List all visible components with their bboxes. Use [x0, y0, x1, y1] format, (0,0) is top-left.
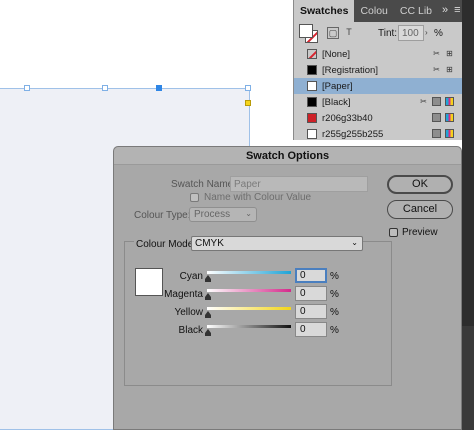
swatches-panel: Swatches Colou CC Lib » ≡ ▢ T Tint: 100 …: [293, 0, 462, 140]
frame-handle-yellow[interactable]: [245, 100, 251, 106]
swatch-chip: [307, 81, 317, 91]
tint-input[interactable]: 100: [398, 25, 424, 41]
colour-type-value: Process: [194, 209, 231, 220]
swatch-chip: [307, 129, 317, 139]
no-edit-icon: ✂: [433, 49, 440, 58]
list-item[interactable]: [Black] ✂: [294, 94, 462, 110]
panel-menu-icon[interactable]: ≡: [452, 0, 464, 22]
process-icon: [432, 129, 441, 138]
chevron-down-icon: ⌄: [245, 209, 252, 218]
cyan-input[interactable]: 0: [295, 268, 327, 283]
tint-label: Tint:: [378, 28, 398, 39]
registration-icon: ⊞: [446, 49, 453, 58]
cmyk-icon: [445, 129, 454, 138]
list-item[interactable]: [None] ✂ ⊞: [294, 46, 462, 62]
dark-artwork-fragment: [462, 326, 474, 430]
cyan-pct: %: [330, 271, 339, 282]
list-item[interactable]: [Registration] ✂ ⊞: [294, 62, 462, 78]
yellow-slider-thumb[interactable]: [205, 311, 211, 318]
cmyk-icon: [445, 113, 454, 122]
cyan-slider[interactable]: [207, 271, 291, 274]
yellow-slider[interactable]: [207, 307, 291, 310]
tab-cc-libraries[interactable]: CC Lib: [394, 0, 438, 22]
magenta-pct: %: [330, 289, 339, 300]
swatch-list: [None] ✂ ⊞ [Registration] ✂ ⊞ [Paper] [B…: [294, 46, 462, 142]
yellow-pct: %: [330, 307, 339, 318]
process-icon: [432, 97, 441, 106]
fill-swatch-icon[interactable]: [299, 24, 313, 38]
container-format-icon[interactable]: ▢: [327, 27, 339, 39]
swatch-name: [Black]: [322, 96, 351, 108]
frame-handle-top-selected[interactable]: [156, 85, 162, 91]
cyan-label: Cyan: [179, 271, 203, 282]
colour-type-select[interactable]: Process ⌄: [189, 207, 257, 222]
swatch-chip: [307, 113, 317, 123]
cancel-button[interactable]: Cancel: [387, 200, 453, 219]
cyan-slider-thumb[interactable]: [205, 275, 211, 282]
swatch-name-field[interactable]: Paper: [230, 176, 368, 192]
panel-tabs: Swatches Colou CC Lib » ≡: [294, 0, 462, 22]
swatch-chip: [307, 49, 317, 59]
cmyk-icon: [445, 97, 454, 106]
swatch-chip: [307, 65, 317, 75]
registration-icon: ⊞: [446, 65, 453, 74]
fill-stroke-icon[interactable]: [299, 24, 319, 43]
black-input[interactable]: 0: [295, 322, 327, 337]
ok-button[interactable]: OK: [387, 175, 453, 194]
chevron-down-icon: ⌄: [351, 238, 358, 247]
frame-handle-top-mid[interactable]: [102, 85, 108, 91]
name-with-colour-value-label: Name with Colour Value: [204, 192, 312, 203]
tab-swatches[interactable]: Swatches: [294, 0, 355, 22]
preview-checkbox[interactable]: [389, 228, 398, 237]
swatch-name: r206g33b40: [322, 112, 373, 124]
colour-mode-label: Colour Mode:: [134, 239, 199, 250]
colour-mode-select[interactable]: CMYK ⌄: [191, 236, 363, 251]
process-icon: [432, 113, 441, 122]
dialog-title: Swatch Options: [114, 147, 461, 165]
swatch-name: [Registration]: [322, 64, 378, 76]
text-format-icon[interactable]: T: [343, 27, 355, 39]
colour-mode-value: CMYK: [195, 238, 224, 249]
more-tabs-icon[interactable]: »: [438, 0, 452, 22]
swatch-chip: [307, 97, 317, 107]
black-label: Black: [178, 325, 203, 336]
preview-label: Preview: [402, 227, 438, 238]
swatch-name: [Paper]: [322, 80, 353, 92]
tab-colour[interactable]: Colou: [354, 0, 393, 22]
colour-type-label: Colour Type:: [134, 210, 191, 221]
yellow-label: Yellow: [174, 307, 203, 318]
frame-handle-top-left[interactable]: [24, 85, 30, 91]
black-slider[interactable]: [207, 325, 291, 328]
name-with-colour-value-checkbox[interactable]: [190, 193, 199, 202]
list-item[interactable]: [Paper]: [294, 78, 462, 94]
swatch-options-dialog: Swatch Options Swatch Name: Paper Name w…: [113, 146, 462, 430]
list-item[interactable]: r255g255b255: [294, 126, 462, 142]
no-edit-icon: ✂: [420, 97, 427, 106]
yellow-input[interactable]: 0: [295, 304, 327, 319]
frame-handle-top-right[interactable]: [245, 85, 251, 91]
tint-unit: %: [434, 28, 443, 39]
swatch-name: r255g255b255: [322, 128, 384, 140]
tint-arrow-icon[interactable]: ›: [425, 28, 428, 37]
no-edit-icon: ✂: [433, 65, 440, 74]
black-pct: %: [330, 325, 339, 336]
black-slider-thumb[interactable]: [205, 329, 211, 336]
list-item[interactable]: r206g33b40: [294, 110, 462, 126]
magenta-slider[interactable]: [207, 289, 291, 292]
magenta-label: Magenta: [164, 289, 203, 300]
swatch-name: [None]: [322, 48, 350, 60]
magenta-slider-thumb[interactable]: [205, 293, 211, 300]
swatches-toolbar: ▢ T Tint: 100 › %: [294, 22, 462, 46]
magenta-input[interactable]: 0: [295, 286, 327, 301]
swatch-name-label: Swatch Name:: [171, 179, 237, 190]
